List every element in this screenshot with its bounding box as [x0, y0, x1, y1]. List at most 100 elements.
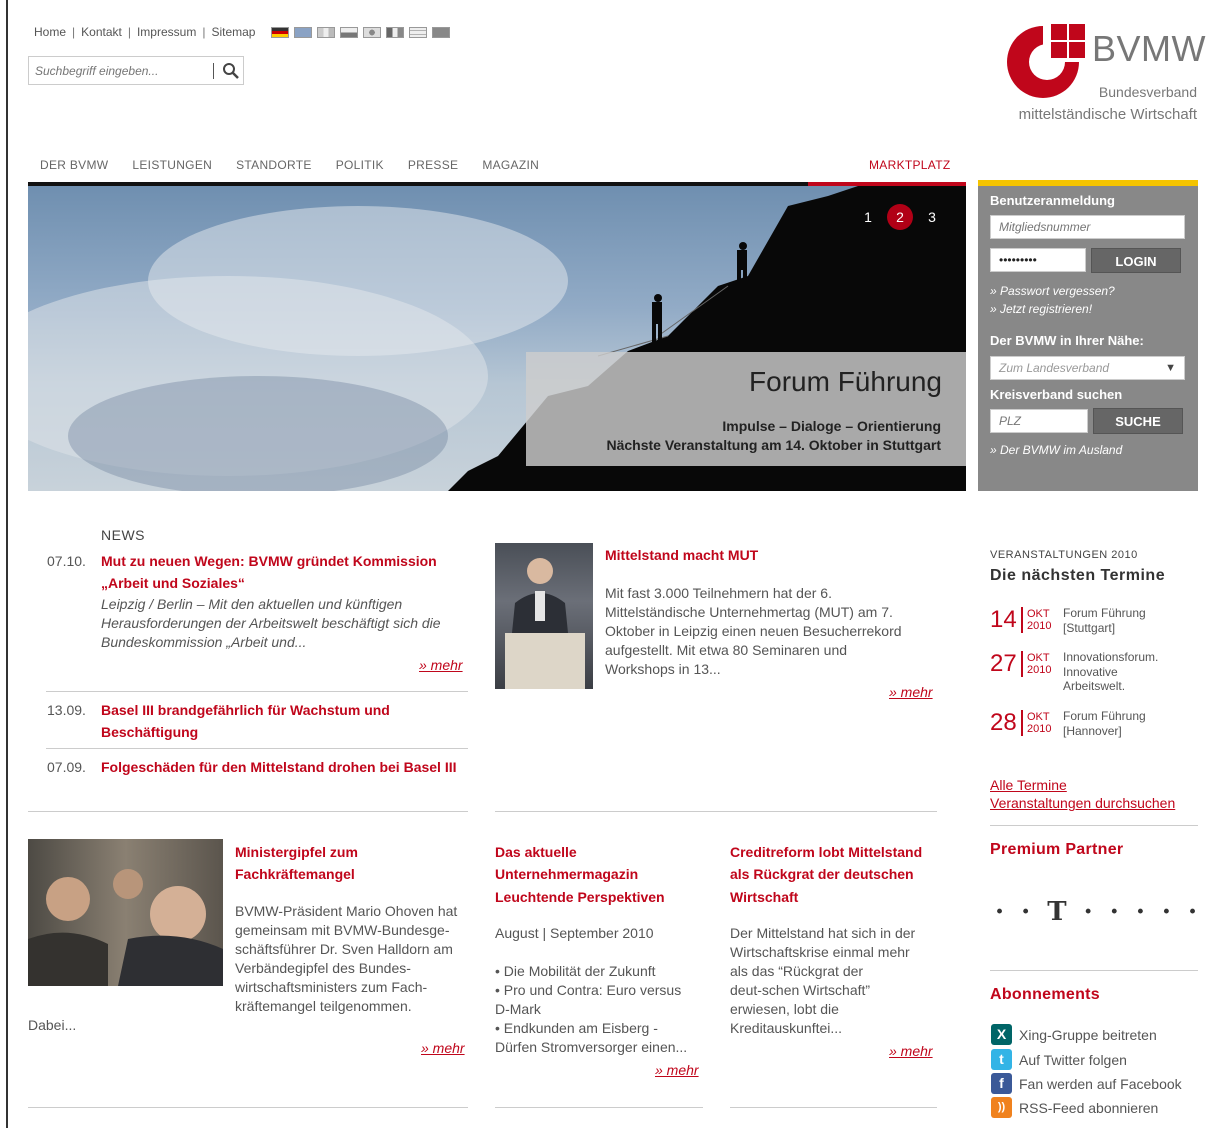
forgot-password-link[interactable]: » Passwort vergessen?	[990, 284, 1115, 298]
news-title-1a[interactable]: Mut zu neuen Wegen: BVMW gründet Kommiss…	[101, 550, 437, 572]
mainnav-marktplatz[interactable]: MARKTPLATZ	[869, 158, 950, 172]
creditreform-title-c[interactable]: Wirtschaft	[730, 886, 798, 908]
flag-fr-icon[interactable]	[317, 26, 336, 38]
news-title-3[interactable]: Folgeschäden für den Mittelstand drohen …	[101, 756, 457, 778]
event-month-3: OKT	[1027, 711, 1050, 723]
mut-more-link[interactable]: » mehr	[889, 684, 933, 700]
search-input[interactable]	[35, 62, 205, 80]
hero-title: Forum Führung	[749, 366, 942, 397]
creditreform-line-6: Kreditauskunftei...	[730, 1020, 843, 1036]
event-text-2b[interactable]: Innovative	[1063, 665, 1118, 679]
magazin-line-3: D-Mark	[495, 1001, 541, 1017]
creditreform-line-5: erwiesen, lobt die	[730, 1001, 839, 1017]
landesverband-value: Zum Landesverband	[999, 361, 1110, 375]
nav-kontakt[interactable]: Kontakt	[81, 25, 122, 39]
event-text-3b[interactable]: [Hannover]	[1063, 724, 1122, 738]
creditreform-line-1: Der Mittelstand hat sich in der	[730, 925, 916, 941]
magazin-line-2: • Pro und Contra: Euro versus	[495, 982, 682, 998]
mainnav-leistungen[interactable]: LEISTUNGEN	[132, 158, 212, 172]
main-nav: DER BVMW LEISTUNGEN STANDORTE POLITIK PR…	[40, 158, 539, 172]
mainnav-standorte[interactable]: STANDORTE	[236, 158, 312, 172]
mainnav-presse[interactable]: PRESSE	[408, 158, 459, 172]
twitter-label: Auf Twitter folgen	[1019, 1051, 1127, 1068]
flag-tr-icon[interactable]	[432, 26, 451, 38]
telekom-logo[interactable]: · · T · · · · ·	[995, 897, 1201, 927]
creditreform-title-b[interactable]: als Rückgrat der deutschen	[730, 863, 914, 885]
minister-more-link[interactable]: » mehr	[421, 1040, 465, 1056]
minister-title-b[interactable]: Fachkräftemangel	[235, 863, 355, 885]
search-button[interactable]: SUCHE	[1093, 408, 1183, 434]
mainnav-magazin[interactable]: MAGAZIN	[482, 158, 539, 172]
bvmw-logo-icon[interactable]	[1003, 22, 1089, 102]
event-text-3a[interactable]: Forum Führung	[1063, 709, 1146, 723]
member-number-input[interactable]	[990, 215, 1185, 239]
minister-line-1: BVMW-Präsident Mario Ohoven hat	[235, 903, 458, 919]
flag-il-icon[interactable]	[409, 26, 428, 38]
event-day-2: 27	[990, 650, 1017, 677]
event-month-1: OKT	[1027, 608, 1050, 620]
event-text-1b[interactable]: [Stuttgart]	[1063, 621, 1115, 635]
event-year-1: 2010	[1027, 620, 1052, 632]
news-title-2a[interactable]: Basel III brandgefährlich für Wachstum u…	[101, 699, 390, 721]
mainnav-der-bvmw[interactable]: DER BVMW	[40, 158, 108, 172]
password-input[interactable]: •••••••••	[990, 248, 1086, 272]
rss-link[interactable]: )) RSS-Feed abonnieren	[991, 1097, 1158, 1118]
flag-de-icon[interactable]	[271, 26, 290, 38]
minister-line-5: wirtschaftsministers zum Fach-	[235, 979, 428, 995]
nav-impressum[interactable]: Impressum	[137, 25, 196, 39]
twitter-link[interactable]: t Auf Twitter folgen	[991, 1049, 1127, 1070]
minister-dabei: Dabei...	[28, 1017, 77, 1033]
hero-pager: 1 2 3	[855, 204, 945, 230]
creditreform-line-2: Wirtschaftskrise einmal mehr	[730, 944, 910, 960]
register-link[interactable]: » Jetzt registrieren!	[990, 302, 1092, 316]
ausland-link[interactable]: » Der BVMW im Ausland	[990, 443, 1122, 457]
news-date-1: 07.10.	[47, 553, 86, 569]
news-title-2b[interactable]: Beschäftigung	[101, 721, 198, 743]
left-border	[6, 0, 8, 1128]
premium-partner-heading: Premium Partner	[990, 841, 1124, 858]
news-text-1a: Leipzig / Berlin – Mit den aktuellen und…	[101, 596, 403, 612]
events-small-heading: VERANSTALTUNGEN 2010	[990, 549, 1138, 561]
magazin-title-b[interactable]: Unternehmermagazin	[495, 863, 638, 885]
facebook-link[interactable]: f Fan werden auf Facebook	[991, 1073, 1182, 1094]
event-day-3: 28	[990, 709, 1017, 736]
minister-photo[interactable]	[28, 839, 223, 986]
flag-jp-icon[interactable]	[363, 26, 382, 38]
event-text-2a[interactable]: Innovationsforum.	[1063, 650, 1158, 664]
plz-input[interactable]	[990, 409, 1088, 433]
creditreform-more-link[interactable]: » mehr	[889, 1043, 933, 1059]
flag-it-icon[interactable]	[386, 26, 405, 38]
hero-page-3[interactable]: 3	[919, 204, 945, 230]
flag-ru-icon[interactable]	[340, 26, 359, 38]
nav-sitemap[interactable]: Sitemap	[211, 25, 255, 39]
xing-link[interactable]: X Xing-Gruppe beitreten	[991, 1024, 1157, 1045]
minister-title-a[interactable]: Ministergipfel zum	[235, 841, 358, 863]
magazin-more-link[interactable]: » mehr	[655, 1062, 699, 1078]
chevron-down-icon: ▼	[1165, 362, 1176, 374]
creditreform-title-a[interactable]: Creditreform lobt Mittelstand	[730, 841, 922, 863]
mut-line-5: Workshops in 13...	[605, 661, 721, 677]
magazin-line-5: Dürfen Stromversorger einen...	[495, 1039, 688, 1055]
hero-page-1[interactable]: 1	[855, 204, 881, 230]
search-icon[interactable]	[222, 62, 240, 80]
news-text-1b: Herausforderungen der Arbeitswelt beschä…	[101, 615, 441, 631]
login-button[interactable]: LOGIN	[1091, 248, 1181, 273]
hero-page-2[interactable]: 2	[887, 204, 913, 230]
magazin-line-4: • Endkunden am Eisberg -	[495, 1020, 658, 1036]
mainnav-politik[interactable]: POLITIK	[336, 158, 384, 172]
news-more-link[interactable]: » mehr	[419, 657, 463, 673]
mut-photo[interactable]	[495, 543, 593, 689]
all-events-link[interactable]: Alle Termine	[990, 777, 1067, 793]
flag-gb-icon[interactable]	[294, 26, 313, 38]
magazin-title-c[interactable]: Leuchtende Perspektiven	[495, 886, 665, 908]
twitter-icon: t	[991, 1049, 1012, 1070]
event-text-2c[interactable]: Arbeitswelt.	[1063, 679, 1125, 693]
nav-home[interactable]: Home	[34, 25, 66, 39]
news-title-1b[interactable]: „Arbeit und Soziales“	[101, 572, 245, 594]
facebook-label: Fan werden auf Facebook	[1019, 1075, 1182, 1092]
mut-title[interactable]: Mittelstand macht MUT	[605, 544, 758, 566]
event-text-1a[interactable]: Forum Führung	[1063, 606, 1146, 620]
landesverband-select[interactable]: Zum Landesverband ▼	[990, 356, 1185, 380]
magazin-title-a[interactable]: Das aktuelle	[495, 841, 577, 863]
search-events-link[interactable]: Veranstaltungen durchsuchen	[990, 795, 1175, 811]
